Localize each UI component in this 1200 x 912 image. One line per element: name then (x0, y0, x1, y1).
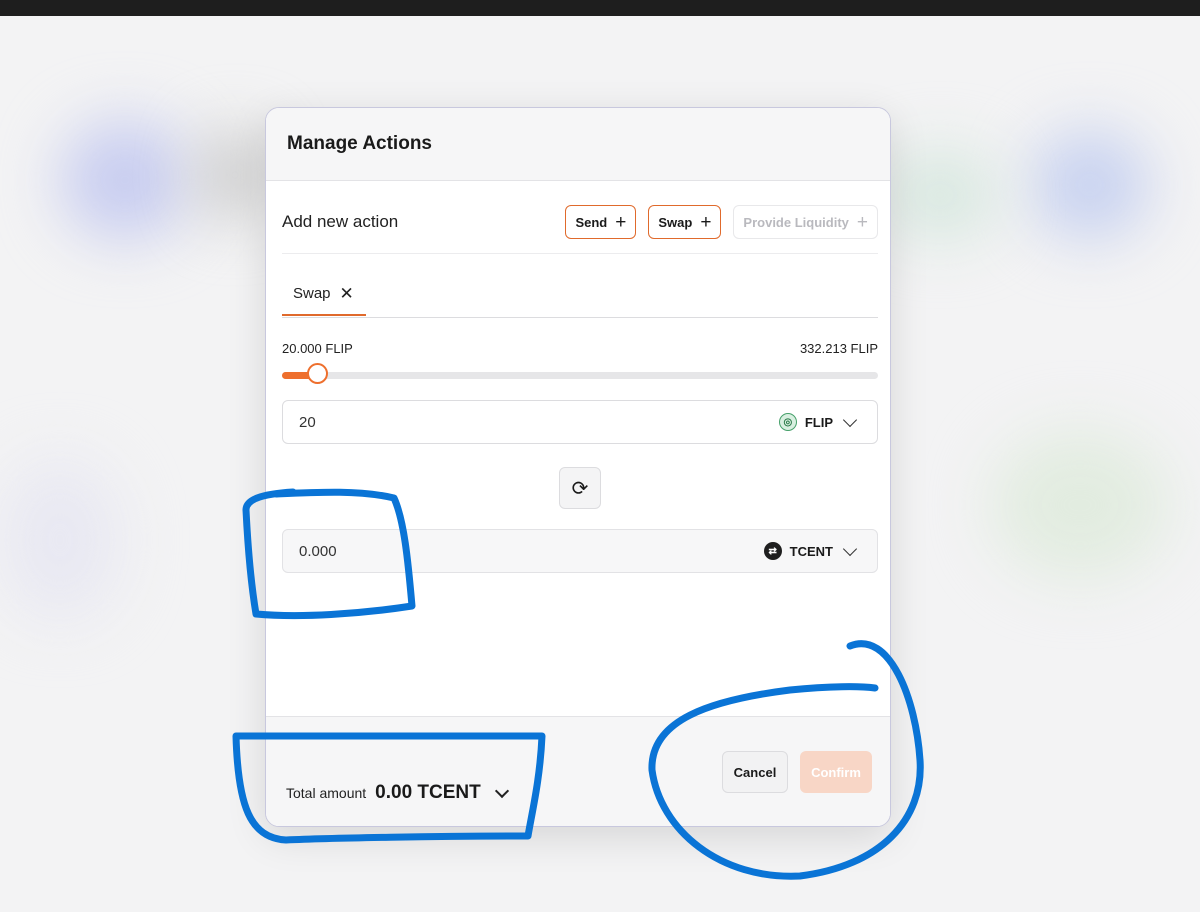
add-action-label: Add new action (282, 212, 399, 231)
send-label: Send (575, 214, 608, 230)
slider-thumb[interactable] (306, 363, 328, 384)
from-token-select[interactable]: ◎ FLIP (778, 412, 858, 431)
amount-slider[interactable] (282, 363, 878, 384)
add-action-row: Add new action Send + Swap + Provide Liq… (282, 204, 878, 240)
slider-min-label: 20.000 FLIP (282, 341, 353, 356)
swap-label: Swap (658, 214, 693, 230)
slider-max-label: 332.213 FLIP (799, 341, 878, 356)
flip-token-icon: ◎ (778, 413, 797, 431)
cancel-button[interactable]: Cancel (722, 751, 788, 793)
background-blur-shape (1030, 130, 1150, 240)
confirm-button[interactable]: Confirm (800, 751, 872, 793)
modal-title: Manage Actions (266, 108, 890, 181)
background-blur-shape (880, 150, 1000, 240)
total-amount-value: 0.00 TCENT (375, 782, 481, 803)
background-blur-shape (990, 430, 1170, 580)
swap-direction-button[interactable]: ⟳ (559, 467, 601, 509)
to-amount-field[interactable]: 0.000 ⇄ TCENT (282, 529, 878, 573)
plus-icon: + (700, 211, 712, 233)
chevron-down-icon (494, 783, 509, 799)
from-token-label: FLIP (804, 414, 833, 430)
total-amount[interactable]: Total amount 0.00 TCENT (286, 782, 509, 804)
manage-actions-modal: Manage Actions Add new action Send + Swa… (265, 107, 891, 827)
to-amount-value: 0.000 (299, 542, 337, 560)
close-icon[interactable]: ✕ (340, 285, 354, 302)
background-blur-shape (0, 460, 120, 620)
plus-icon: + (615, 211, 627, 233)
provide-liquidity-label: Provide Liquidity (743, 214, 849, 230)
add-provide-liquidity-button[interactable]: Provide Liquidity + (733, 205, 878, 239)
from-amount-field[interactable]: 20 ◎ FLIP (282, 400, 878, 444)
action-buttons: Send + Swap + Provide Liquidity + (565, 205, 878, 239)
background-blur-shape (200, 130, 270, 220)
background-blur-shape (60, 120, 190, 240)
tcent-token-icon: ⇄ (763, 542, 782, 560)
total-amount-label: Total amount (286, 785, 367, 801)
divider (282, 253, 878, 254)
to-token-select[interactable]: ⇄ TCENT (763, 541, 858, 560)
action-tabs: Swap ✕ (282, 273, 878, 318)
add-swap-button[interactable]: Swap + (648, 205, 722, 239)
add-send-button[interactable]: Send + (565, 205, 637, 239)
chevron-down-icon (842, 541, 858, 556)
slider-range-labels: 20.000 FLIP 332.213 FLIP (282, 341, 878, 356)
tab-swap-label: Swap (293, 285, 331, 302)
plus-icon: + (856, 211, 868, 233)
from-amount-value[interactable]: 20 (299, 414, 316, 431)
browser-top-bar (0, 0, 1200, 16)
tab-swap[interactable]: Swap ✕ (282, 273, 366, 316)
to-token-label: TCENT (789, 543, 833, 559)
swap-direction-icon: ⟳ (571, 477, 589, 500)
modal-footer: Total amount 0.00 TCENT Cancel Confirm (266, 716, 890, 826)
chevron-down-icon (842, 412, 858, 427)
